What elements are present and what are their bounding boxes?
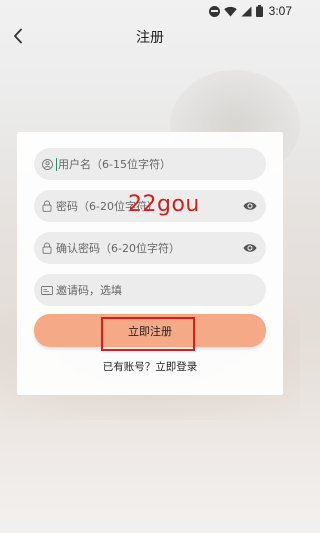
confirm-password-placeholder: 确认密码（6-20位字符） bbox=[56, 242, 180, 255]
status-bar: 3:07 bbox=[0, 0, 300, 24]
lock-icon bbox=[41, 242, 53, 254]
invite-code-field[interactable]: 邀请码，选填 bbox=[34, 274, 266, 306]
wifi-icon bbox=[223, 6, 237, 16]
do-not-disturb-icon bbox=[208, 5, 220, 17]
page-title: 注册 bbox=[136, 30, 164, 46]
username-field[interactable]: 用户名（6-15位字符） bbox=[34, 148, 266, 180]
status-time: 3:07 bbox=[268, 4, 292, 18]
confirm-password-field[interactable]: 确认密码（6-20位字符） bbox=[34, 232, 266, 264]
register-card: 用户名（6-15位字符） 密码（6-20位字符） 确认密码（6-20位字符） 邀… bbox=[17, 132, 283, 395]
battery-icon bbox=[255, 5, 263, 17]
login-link[interactable]: 已有账号？立即登录 bbox=[17, 359, 283, 374]
show-password-icon[interactable] bbox=[243, 242, 257, 254]
signal-icon bbox=[241, 6, 252, 16]
username-placeholder: 用户名（6-15位字符） bbox=[58, 158, 171, 171]
highlight-box bbox=[101, 317, 195, 351]
user-icon bbox=[41, 158, 53, 170]
lock-icon bbox=[41, 200, 53, 212]
invite-code-icon bbox=[41, 284, 53, 296]
text-cursor bbox=[56, 157, 57, 171]
watermark: 22gou bbox=[128, 192, 200, 217]
show-password-icon[interactable] bbox=[243, 200, 257, 212]
invite-code-placeholder: 邀请码，选填 bbox=[56, 284, 122, 297]
